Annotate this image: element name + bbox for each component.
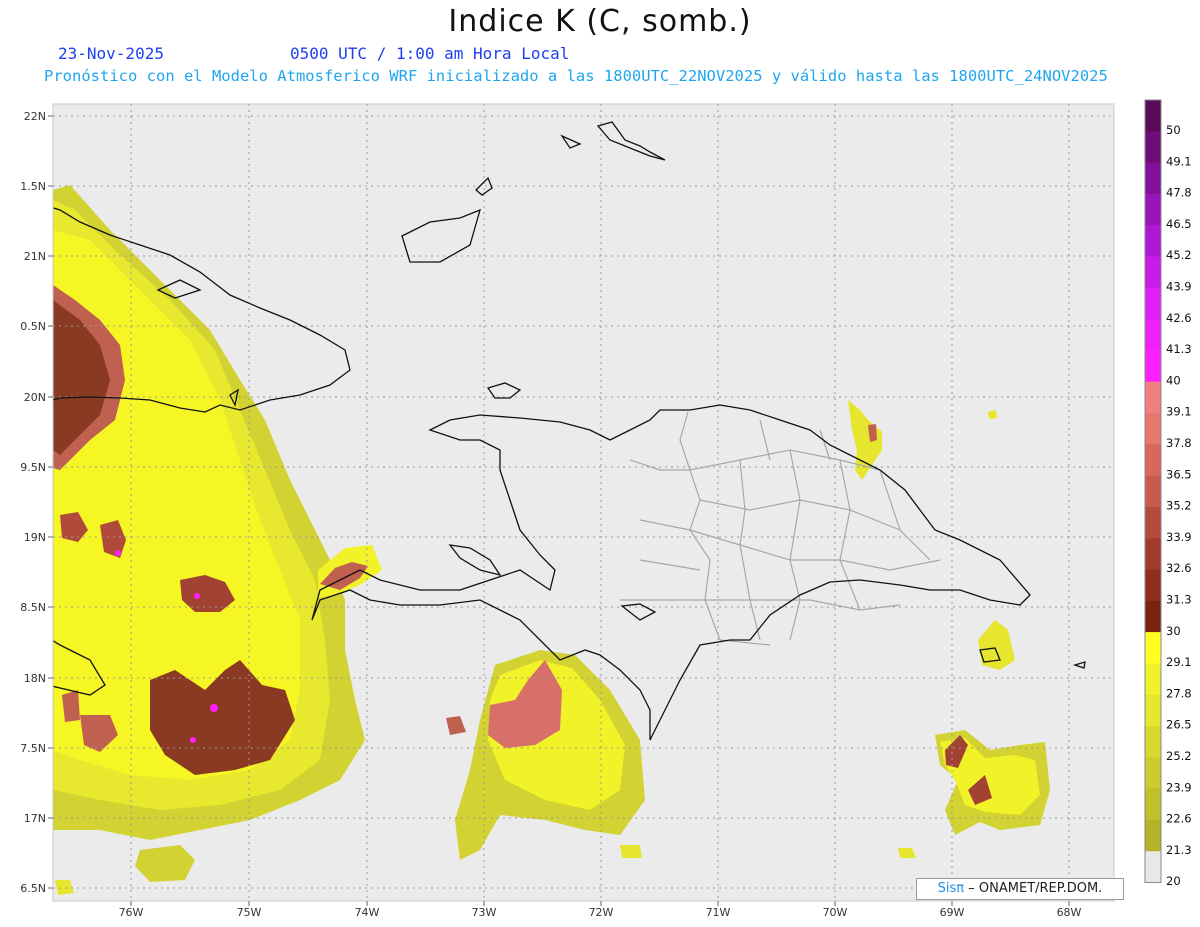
colorbar-level-label: 37.8 bbox=[1166, 436, 1192, 450]
credit-box: Sisπ – ONAMET/REP.DOM. bbox=[916, 878, 1124, 900]
latitude-label: 21N bbox=[24, 250, 46, 263]
colorbar-level-label: 33.9 bbox=[1166, 530, 1192, 544]
colorbar-level-label: 46.5 bbox=[1166, 217, 1192, 231]
colorbar-swatch bbox=[1145, 788, 1161, 821]
colorbar-level-label: 23.9 bbox=[1166, 780, 1192, 794]
colorbar-swatch bbox=[1145, 162, 1161, 195]
colorbar-level-label: 49.1 bbox=[1166, 154, 1192, 168]
colorbar-swatch bbox=[1145, 444, 1161, 477]
colorbar-level-label: 27.8 bbox=[1166, 686, 1192, 700]
longitude-label: 75W bbox=[237, 906, 262, 919]
colorbar-level-label: 21.3 bbox=[1166, 843, 1192, 857]
colorbar-swatch bbox=[1145, 851, 1161, 883]
colorbar-level-label: 25.2 bbox=[1166, 749, 1192, 763]
map-canvas: 22N 1.5N 21N 0.5N 20N 9.5N 19N 8.5N 18N 7.5N 17N 6.… bbox=[20, 99, 1192, 919]
longitude-label: 71W bbox=[706, 906, 731, 919]
credit-text: – ONAMET/REP.DOM. bbox=[968, 881, 1103, 896]
colorbar-level-label: 26.5 bbox=[1166, 718, 1192, 732]
k-index-patch bbox=[620, 845, 642, 858]
colorbar-swatch bbox=[1145, 757, 1161, 790]
colorbar-level-label: 40 bbox=[1166, 373, 1181, 387]
colorbar-level-label: 32.6 bbox=[1166, 561, 1192, 575]
colorbar-level-label: 29.1 bbox=[1166, 655, 1192, 669]
latitude-label: 18N bbox=[24, 672, 46, 685]
colorbar-level-label: 35.2 bbox=[1166, 499, 1192, 513]
longitude-label: 76W bbox=[119, 906, 144, 919]
colorbar-swatch bbox=[1145, 600, 1161, 633]
colorbar-level-label: 39.1 bbox=[1166, 405, 1192, 419]
colorbar-level-label: 22.6 bbox=[1166, 812, 1192, 826]
colorbar-swatch bbox=[1145, 131, 1161, 164]
latitude-label: 8.5N bbox=[20, 601, 46, 614]
k-index-peak bbox=[115, 550, 121, 556]
colorbar-swatch bbox=[1145, 538, 1161, 570]
colorbar-swatch bbox=[1145, 506, 1161, 539]
colorbar-swatch bbox=[1145, 694, 1161, 727]
latitude-label: 7.5N bbox=[20, 742, 46, 755]
latitude-label: 1.5N bbox=[20, 180, 46, 193]
k-index-peak bbox=[210, 704, 218, 712]
latitude-label: 17N bbox=[24, 812, 46, 825]
latitude-label: 0.5N bbox=[20, 320, 46, 333]
colorbar-level-label: 20 bbox=[1166, 874, 1181, 888]
colorbar-swatch bbox=[1145, 632, 1161, 664]
latitude-label: 6.5N bbox=[20, 882, 46, 895]
colorbar-level-label: 43.9 bbox=[1166, 280, 1192, 294]
k-index-peak bbox=[194, 593, 200, 599]
latitude-label: 22N bbox=[24, 110, 46, 123]
colorbar-swatch bbox=[1145, 475, 1161, 508]
colorbar-swatch bbox=[1145, 413, 1161, 445]
colorbar-swatch bbox=[1145, 381, 1161, 414]
colorbar-swatch bbox=[1145, 350, 1161, 383]
colorbar-swatch bbox=[1145, 225, 1161, 257]
latitude-label: 19N bbox=[24, 531, 46, 544]
longitude-label: 70W bbox=[823, 906, 848, 919]
longitude-label: 69W bbox=[940, 906, 965, 919]
colorbar-swatch bbox=[1145, 726, 1161, 758]
colorbar-swatch bbox=[1145, 256, 1161, 289]
longitude-label: 68W bbox=[1057, 906, 1082, 919]
colorbar-level-label: 42.6 bbox=[1166, 311, 1192, 325]
longitude-label: 72W bbox=[589, 906, 614, 919]
colorbar-level-label: 45.2 bbox=[1166, 248, 1192, 262]
colorbar-swatch bbox=[1145, 100, 1161, 132]
credit-brand: Sisπ bbox=[937, 881, 965, 896]
colorbar: 50 49.1 47.8 46.5 45.2 43.9 42.6 41.3 40 39.1 37.8… bbox=[1144, 99, 1192, 888]
colorbar-swatch bbox=[1145, 819, 1161, 852]
k-index-peak bbox=[190, 737, 196, 743]
latitude-labels: 22N 1.5N 21N 0.5N 20N 9.5N 19N 8.5N 18N 7.5N 17N 6.… bbox=[20, 110, 53, 895]
colorbar-level-label: 30 bbox=[1166, 624, 1181, 638]
colorbar-swatch bbox=[1145, 319, 1161, 351]
colorbar-level-label: 41.3 bbox=[1166, 342, 1192, 356]
k-index-high-zone bbox=[62, 690, 80, 722]
colorbar-swatch bbox=[1145, 193, 1161, 226]
longitude-label: 73W bbox=[472, 906, 497, 919]
colorbar-level-label: 50 bbox=[1166, 123, 1181, 137]
latitude-label: 9.5N bbox=[20, 461, 46, 474]
colorbar-level-label: 36.5 bbox=[1166, 467, 1192, 481]
colorbar-swatch bbox=[1145, 569, 1161, 602]
colorbar-swatch bbox=[1145, 663, 1161, 696]
colorbar-swatch bbox=[1145, 287, 1161, 320]
longitude-label: 74W bbox=[355, 906, 380, 919]
colorbar-level-label: 31.3 bbox=[1166, 593, 1192, 607]
longitude-labels: 76W 75W 74W 73W 72W 71W 70W 69W 68W bbox=[119, 901, 1082, 919]
latitude-label: 20N bbox=[24, 391, 46, 404]
colorbar-level-label: 47.8 bbox=[1166, 186, 1192, 200]
